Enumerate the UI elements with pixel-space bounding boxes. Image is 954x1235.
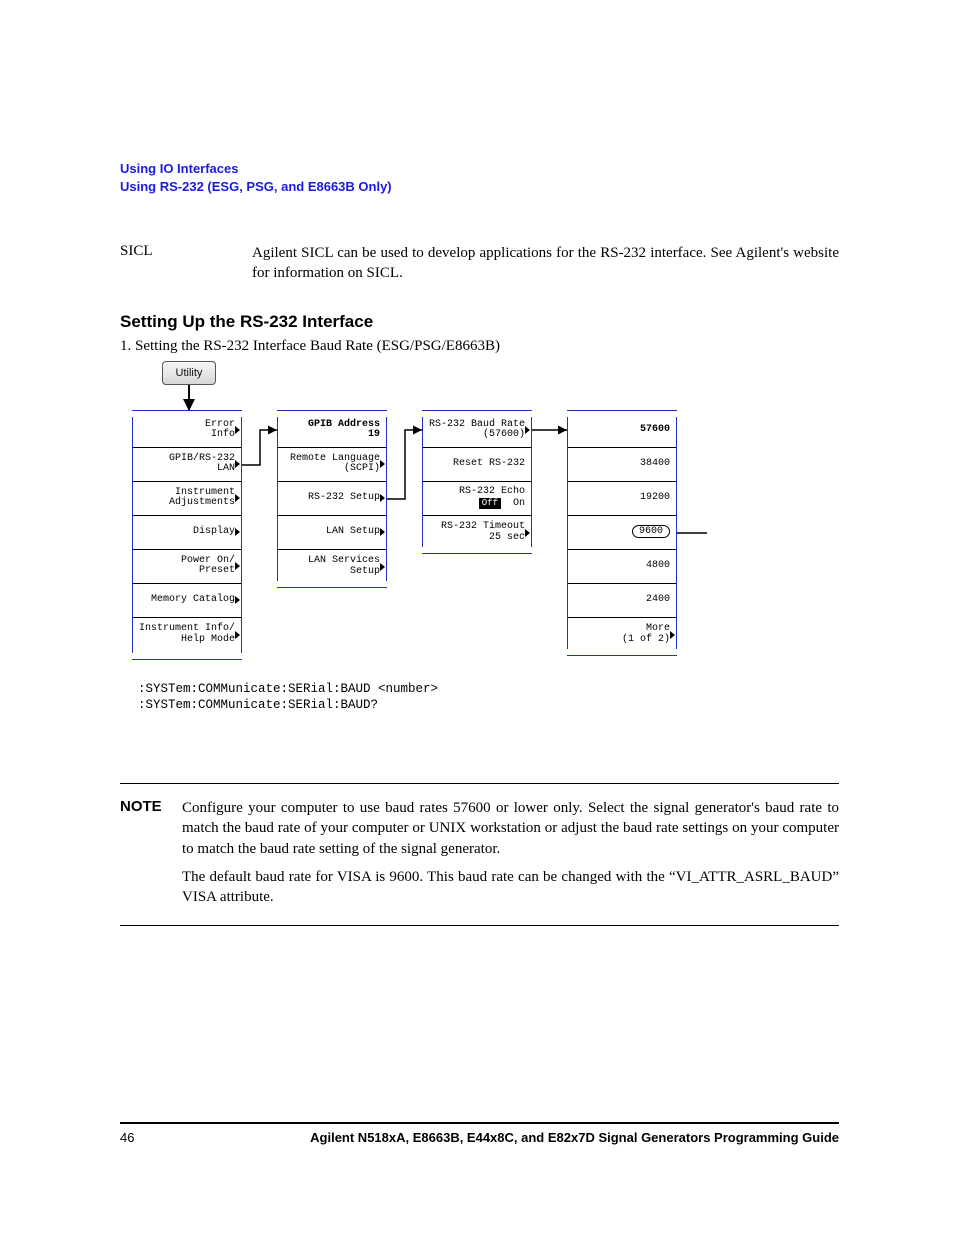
- menu-item: Memory Catalog: [133, 584, 241, 618]
- footer-title: Agilent N518xA, E8663B, E44x8C, and E82x…: [310, 1130, 839, 1145]
- menu-item: Instrument Info/ Help Mode: [133, 618, 241, 652]
- menu-item: 38400: [568, 448, 676, 482]
- sicl-label: SICL: [120, 243, 252, 284]
- note-label: NOTE: [120, 798, 182, 907]
- header-line2: Using RS-232 (ESG, PSG, and E8663B Only): [120, 178, 839, 196]
- header-line1: Using IO Interfaces: [120, 160, 839, 178]
- menu-item: Power On/ Preset: [133, 550, 241, 584]
- menu-item: 4800: [568, 550, 676, 584]
- page-number: 46: [120, 1130, 134, 1145]
- menu-utility: Error InfoGPIB/RS-232 LANInstrument Adju…: [132, 413, 242, 657]
- menu-item: LAN Setup: [278, 516, 386, 550]
- menu-item: Remote Language (SCPI): [278, 448, 386, 482]
- utility-button: Utility: [162, 361, 216, 385]
- note-p2: The default baud rate for VISA is 9600. …: [182, 867, 839, 908]
- menu-item: RS-232 Setup: [278, 482, 386, 516]
- menu-item: 9600: [568, 516, 676, 550]
- menu-rs232-setup: RS-232 Baud Rate (57600)Reset RS-232RS-2…: [422, 413, 532, 551]
- sicl-paragraph: SICL Agilent SICL can be used to develop…: [120, 243, 839, 284]
- menu-item: GPIB Address 19: [278, 414, 386, 448]
- menu-item: Reset RS-232: [423, 448, 531, 482]
- menu-item: 2400: [568, 584, 676, 618]
- menu-item: RS-232 Echo Off On: [423, 482, 531, 516]
- page-footer: 46 Agilent N518xA, E8663B, E44x8C, and E…: [120, 1122, 839, 1145]
- menu-item: RS-232 Timeout 25 sec: [423, 516, 531, 550]
- note-p1: Configure your computer to use baud rate…: [182, 798, 839, 859]
- menu-item: Display: [133, 516, 241, 550]
- scpi-line1: :SYSTem:COMMunicate:SERial:BAUD <number>: [138, 681, 839, 697]
- menu-item: 19200: [568, 482, 676, 516]
- note-block: NOTE Configure your computer to use baud…: [120, 783, 839, 926]
- note-body: Configure your computer to use baud rate…: [182, 798, 839, 907]
- menu-item: Instrument Adjustments: [133, 482, 241, 516]
- menu-diagram: Utility Error InfoGPIB/RS-232 LANInstrum…: [132, 361, 852, 661]
- menu-baud-rate: 576003840019200960048002400More (1 of 2): [567, 413, 677, 653]
- scpi-commands: :SYSTem:COMMunicate:SERial:BAUD <number>…: [138, 681, 839, 714]
- menu-item: RS-232 Baud Rate (57600): [423, 414, 531, 448]
- section-heading: Setting Up the RS-232 Interface: [120, 312, 839, 332]
- step-1: 1. Setting the RS-232 Interface Baud Rat…: [120, 338, 839, 355]
- menu-gpib-rs232-lan: GPIB Address 19Remote Language (SCPI)RS-…: [277, 413, 387, 585]
- menu-item: Error Info: [133, 414, 241, 448]
- menu-item: 57600: [568, 414, 676, 448]
- menu-item: More (1 of 2): [568, 618, 676, 652]
- sicl-body: Agilent SICL can be used to develop appl…: [252, 243, 839, 284]
- running-header: Using IO Interfaces Using RS-232 (ESG, P…: [120, 160, 839, 195]
- menu-item: GPIB/RS-232 LAN: [133, 448, 241, 482]
- scpi-line2: :SYSTem:COMMunicate:SERial:BAUD?: [138, 697, 839, 713]
- menu-item: LAN Services Setup: [278, 550, 386, 584]
